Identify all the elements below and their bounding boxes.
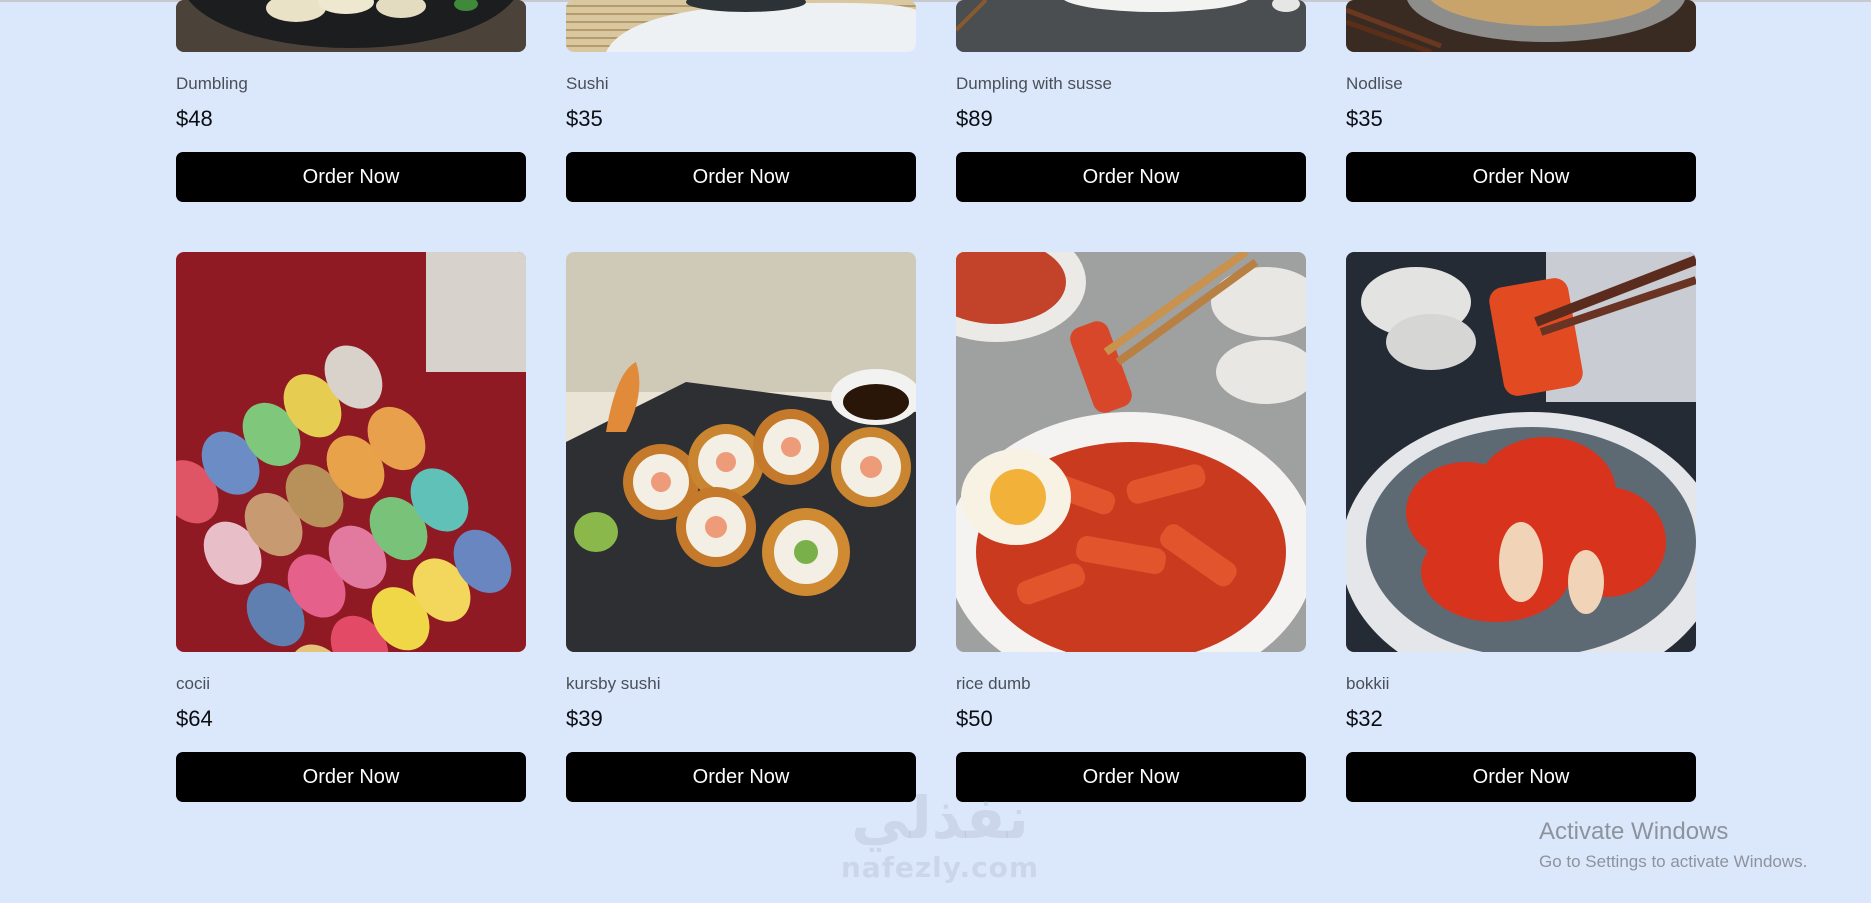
activate-windows-title: Activate Windows <box>1539 818 1729 845</box>
product-price: $89 <box>956 106 993 131</box>
order-now-button[interactable]: Order Now <box>1346 752 1696 802</box>
product-price: $48 <box>176 106 213 131</box>
product-name: Dumbling <box>176 74 248 93</box>
product-price: $39 <box>566 706 603 731</box>
product-price: $35 <box>566 106 603 131</box>
product-image-rice-dumb[interactable] <box>956 252 1306 652</box>
order-now-button[interactable]: Order Now <box>566 152 916 202</box>
product-image-bokkii[interactable] <box>1346 252 1696 652</box>
product-name: Sushi <box>566 74 609 93</box>
nafezly-watermark: نفذلي nafezly.com <box>820 785 1060 884</box>
product-image-dumpling-with-susse[interactable] <box>956 0 1306 52</box>
product-name: kursby sushi <box>566 674 661 693</box>
watermark-latin-text: nafezly.com <box>840 851 1040 884</box>
order-now-button[interactable]: Order Now <box>956 152 1306 202</box>
watermark-arabic-text: نفذلي <box>851 784 1029 852</box>
order-now-button[interactable]: Order Now <box>1346 152 1696 202</box>
product-name: bokkii <box>1346 674 1390 693</box>
product-image-dumbling[interactable] <box>176 0 526 52</box>
product-image-nodlise[interactable] <box>1346 0 1696 52</box>
product-price: $35 <box>1346 106 1383 131</box>
product-image-kursby-sushi[interactable] <box>566 252 916 652</box>
product-name: Nodlise <box>1346 74 1403 93</box>
product-name: rice dumb <box>956 674 1031 693</box>
activate-windows-subtitle: Go to Settings to activate Windows. <box>1539 852 1808 871</box>
product-image-cocii[interactable] <box>176 252 526 652</box>
product-name: cocii <box>176 674 211 693</box>
product-image-sushi[interactable] <box>566 0 916 52</box>
activate-windows-notice: Activate Windows Go to Settings to activ… <box>1539 818 1807 872</box>
product-price: $50 <box>956 706 993 731</box>
order-now-button[interactable]: Order Now <box>176 752 526 802</box>
product-name: Dumpling with susse <box>956 74 1112 93</box>
product-price: $32 <box>1346 706 1383 731</box>
product-price: $64 <box>176 706 213 731</box>
order-now-button[interactable]: Order Now <box>176 152 526 202</box>
